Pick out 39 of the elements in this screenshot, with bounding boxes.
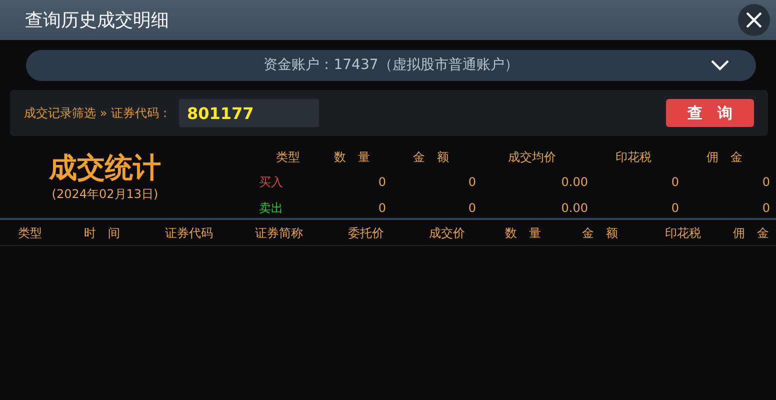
column-header: 时 间 xyxy=(83,224,121,242)
close-button[interactable] xyxy=(738,4,770,36)
stat-cell-text: 0 xyxy=(377,174,386,192)
column-header: 数 量 xyxy=(333,149,371,166)
stats-title: 成交统计 xyxy=(49,151,161,185)
stats-date: (2024年02月13日) xyxy=(52,186,158,203)
stat-cell-text: 0.00 xyxy=(560,174,588,192)
stat-cell-text: 0.00 xyxy=(560,200,588,217)
stat-cell-text: 0 xyxy=(761,174,770,192)
stat-cell-text: 0 xyxy=(377,200,386,217)
column-header: 佣 金 xyxy=(732,224,770,242)
column-header: 类型 xyxy=(275,149,301,166)
query-button[interactable]: 查 询 xyxy=(666,99,754,127)
trade-type: 买入 xyxy=(258,174,284,192)
column-header: 类型 xyxy=(17,224,43,242)
column-header: 印花税 xyxy=(664,224,702,242)
column-header: 佣 金 xyxy=(706,149,744,166)
column-header: 金 额 xyxy=(581,224,619,242)
stat-cell-text: 0 xyxy=(670,200,679,217)
column-header: 证券简称 xyxy=(254,224,304,242)
stat-cell-text: 0 xyxy=(467,200,476,217)
filter-label: 成交记录筛选 » 证券代码： xyxy=(24,105,171,122)
column-header: 委托价 xyxy=(347,224,385,242)
window-title: 查询历史成交明细 xyxy=(25,8,169,32)
close-icon xyxy=(744,10,764,30)
chevron-down-icon xyxy=(710,59,730,71)
account-dropdown[interactable]: 资金账户：17437（虚拟股市普通账户） xyxy=(26,50,756,81)
column-header: 金 额 xyxy=(412,149,450,166)
account-label: 资金账户：17437（虚拟股市普通账户） xyxy=(264,56,518,75)
trade-type: 卖出 xyxy=(258,200,284,217)
stat-cell-text: 0 xyxy=(467,174,476,192)
code-field[interactable]: 801177 xyxy=(178,99,319,127)
column-header: 数 量 xyxy=(504,224,542,242)
column-header: 成交均价 xyxy=(507,149,557,166)
column-header: 成交价 xyxy=(428,224,466,242)
column-header: 印花税 xyxy=(614,149,652,166)
stat-cell-text: 0 xyxy=(670,174,679,192)
column-header: 证券代码 xyxy=(164,224,214,242)
stat-cell-text: 0 xyxy=(761,200,770,217)
